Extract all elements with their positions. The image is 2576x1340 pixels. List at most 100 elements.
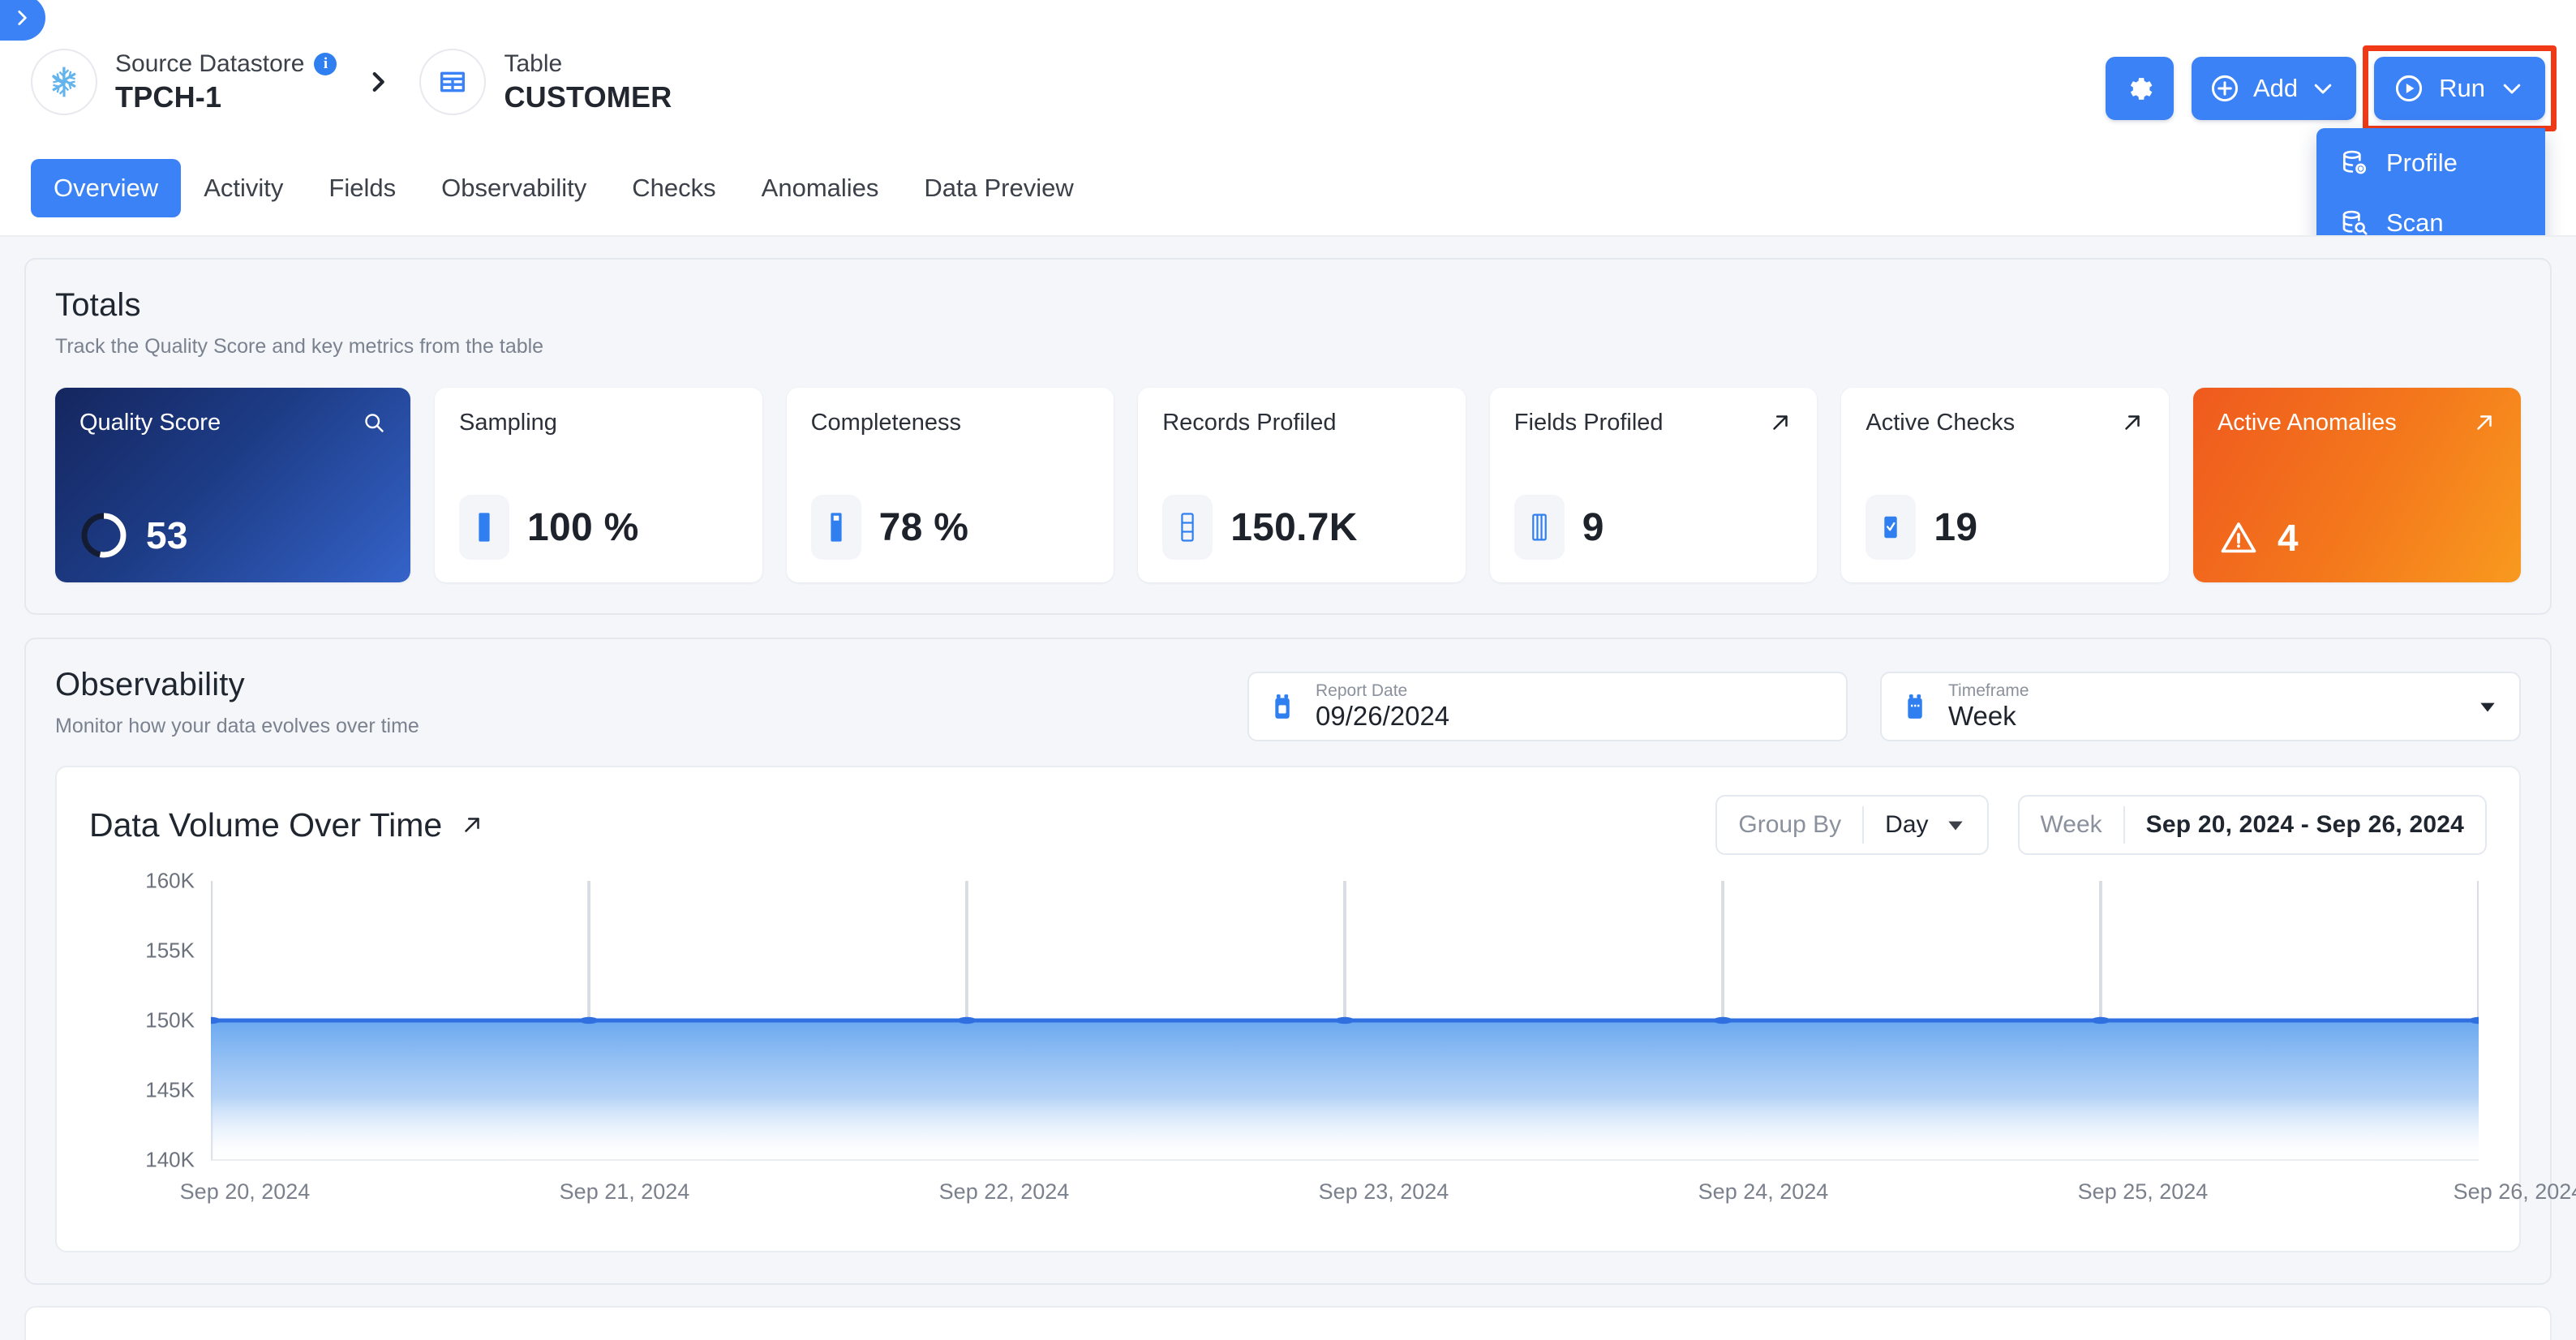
group-by-value-segment[interactable]: Day	[1864, 797, 1986, 853]
card-active-checks[interactable]: Active Checks 19	[1841, 388, 2169, 582]
tab-label: Activity	[204, 174, 284, 202]
snowflake-glyph	[52, 67, 76, 97]
observability-heading-block: Observability Monitor how your data evol…	[55, 667, 419, 738]
chart-title-row[interactable]: Data Volume Over Time	[89, 806, 484, 844]
timeframe-field[interactable]: Timeframe Week	[1880, 672, 2521, 741]
gear-icon	[2131, 77, 2153, 100]
card-title: Quality Score	[79, 410, 221, 436]
card-quality-score[interactable]: Quality Score 53	[55, 388, 410, 582]
app-page: Source Datastore i TPCH-1 Table CUSTOMER…	[0, 0, 2576, 1340]
arrow-up-right-icon[interactable]	[1768, 410, 1792, 435]
records-icon	[1162, 495, 1213, 560]
x-tick-label: Sep 24, 2024	[1698, 1179, 1829, 1204]
data-point[interactable]	[2469, 1016, 2479, 1024]
arrow-up-right-icon[interactable]	[2472, 410, 2497, 435]
breadcrumb-datastore-text: Source Datastore i TPCH-1	[115, 50, 337, 114]
run-menu-label-scan: Scan	[2386, 208, 2444, 237]
data-point[interactable]	[2091, 1016, 2110, 1024]
database-search-icon	[2342, 210, 2368, 235]
chart-plot-area	[211, 878, 2479, 1163]
search-icon[interactable]	[362, 410, 386, 435]
run-button-wrapper: Run	[2363, 45, 2557, 131]
x-tick-label: Sep 22, 2024	[938, 1179, 1070, 1204]
arrow-up-right-icon[interactable]	[2120, 410, 2145, 435]
range-label: Week	[2040, 811, 2102, 838]
x-tick-label: Sep 25, 2024	[2077, 1179, 2209, 1204]
report-date-field[interactable]: Report Date 09/26/2024	[1247, 672, 1848, 741]
tab-observability[interactable]: Observability	[419, 159, 609, 217]
card-title: Sampling	[459, 410, 557, 436]
run-button[interactable]: Run	[2374, 57, 2545, 120]
group-by-value: Day	[1885, 811, 1929, 838]
table-glyph	[440, 71, 466, 92]
tab-activity[interactable]: Activity	[181, 159, 306, 217]
breadcrumb-table-label: Table	[504, 50, 563, 78]
report-date-label: Report Date	[1316, 681, 1408, 700]
card-value: 4	[2277, 517, 2299, 559]
tab-bar: Overview Activity Fields Observability C…	[31, 159, 1097, 217]
completeness-glyph	[830, 513, 842, 542]
group-by-label: Group By	[1738, 811, 1842, 838]
chevron-down-icon[interactable]	[2477, 696, 2498, 717]
data-point[interactable]	[1335, 1016, 1355, 1024]
sidebar-expand-toggle[interactable]	[0, 0, 45, 41]
add-button[interactable]: Add	[2191, 57, 2357, 120]
data-volume-chart: 160K 155K 150K 145K 140K Sep 20, 2024 Se…	[89, 869, 2576, 1218]
tab-anomalies[interactable]: Anomalies	[739, 159, 902, 217]
data-point[interactable]	[211, 1016, 221, 1024]
settings-button[interactable]	[2105, 57, 2174, 120]
card-records-profiled[interactable]: Records Profiled 150.7K	[1138, 388, 1466, 582]
data-point[interactable]	[579, 1016, 599, 1024]
week-range-control[interactable]: Week Sep 20, 2024 - Sep 26, 2024	[2017, 795, 2487, 855]
totals-panel: Totals Track the Quality Score and key m…	[24, 258, 2552, 615]
add-button-label: Add	[2252, 74, 2299, 102]
x-tick-label: Sep 26, 2024	[2453, 1179, 2576, 1204]
timeframe-label: Timeframe	[1948, 681, 2029, 700]
group-by-control[interactable]: Group By Day	[1715, 795, 1989, 855]
card-title: Completeness	[810, 410, 961, 436]
card-sampling[interactable]: Sampling 100 %	[435, 388, 762, 582]
chart-points-layer	[211, 1016, 2479, 1024]
card-title: Fields Profiled	[1513, 410, 1664, 436]
chevron-down-icon	[2311, 76, 2335, 101]
range-value: Sep 20, 2024 - Sep 26, 2024	[2145, 811, 2464, 838]
observability-panel: Observability Monitor how your data evol…	[24, 638, 2576, 1285]
calendar-icon	[1270, 689, 1301, 724]
card-fields-profiled[interactable]: Fields Profiled 9	[1489, 388, 1818, 582]
page-header: Source Datastore i TPCH-1 Table CUSTOMER…	[0, 0, 2576, 322]
tab-data-preview[interactable]: Data Preview	[901, 159, 1096, 217]
breadcrumb-item-datastore[interactable]: Source Datastore i TPCH-1	[31, 49, 337, 115]
breadcrumb-table-value: CUSTOMER	[504, 79, 672, 114]
card-completeness[interactable]: Completeness 78 %	[786, 388, 1114, 582]
arrow-up-right-icon[interactable]	[460, 813, 484, 837]
card-value: 78 %	[878, 505, 969, 549]
tab-overview[interactable]: Overview	[31, 159, 182, 217]
next-section-card	[24, 1306, 2552, 1340]
completeness-bar-icon	[810, 495, 861, 560]
run-menu-label-profile: Profile	[2386, 148, 2458, 177]
card-active-anomalies[interactable]: Active Anomalies 4	[2192, 388, 2521, 582]
tab-checks[interactable]: Checks	[609, 159, 738, 217]
breadcrumb-item-table[interactable]: Table CUSTOMER	[419, 49, 672, 115]
tab-label: Checks	[632, 174, 716, 202]
data-volume-chart-card: Data Volume Over Time Group By Day Week …	[55, 766, 2576, 1252]
chart-controls: Group By Day Week Sep 20, 2024 - Sep 26,…	[1715, 795, 2487, 855]
calendar-glyph	[1275, 694, 1290, 719]
card-title: Records Profiled	[1162, 410, 1337, 436]
info-icon[interactable]: i	[314, 53, 337, 76]
data-point[interactable]	[957, 1016, 977, 1024]
tab-fields[interactable]: Fields	[306, 159, 419, 217]
columns-icon	[1513, 495, 1565, 560]
chart-header: Data Volume Over Time Group By Day Week …	[89, 795, 2487, 855]
report-date-value: 09/26/2024	[1316, 701, 1450, 732]
run-menu-item-profile[interactable]: Profile	[2316, 133, 2545, 193]
card-value: 53	[146, 514, 188, 556]
play-circle-icon	[2394, 73, 2424, 104]
card-title: Active Checks	[1865, 410, 2016, 436]
data-point[interactable]	[1713, 1016, 1732, 1024]
observability-controls: Report Date 09/26/2024 Timeframe Week	[1247, 672, 2521, 741]
card-value: 19	[1934, 505, 1978, 549]
table-icon	[419, 49, 487, 115]
check-square-icon	[1865, 495, 1917, 560]
card-value: 100 %	[527, 505, 639, 549]
